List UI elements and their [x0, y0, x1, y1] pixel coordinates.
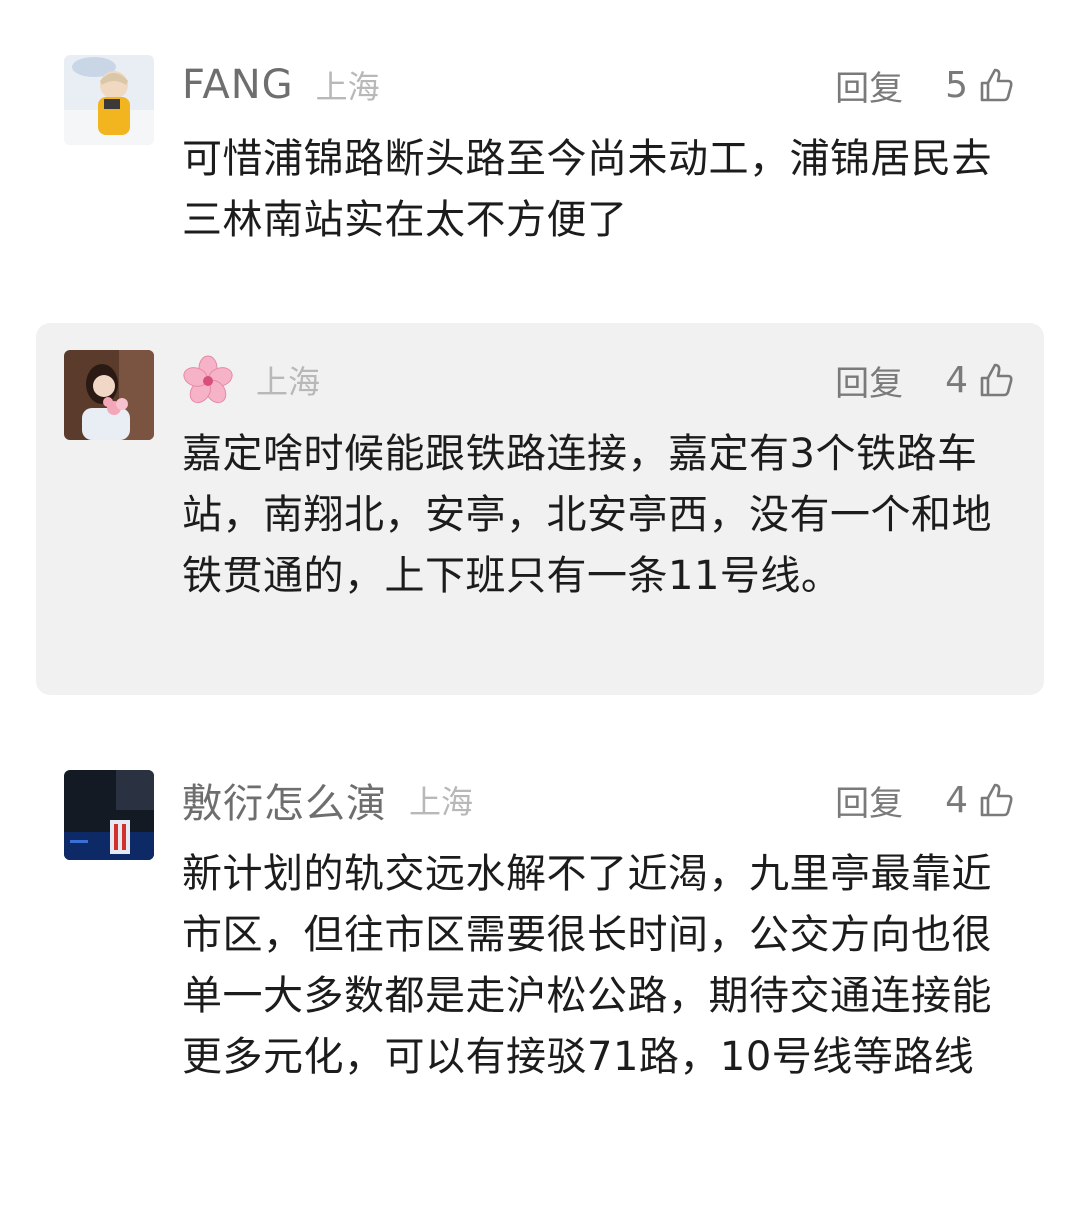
comment-meta: FANG 上海: [182, 55, 380, 115]
cherry-blossom-icon: [182, 354, 234, 406]
comment-actions: 回复 4: [835, 350, 1016, 410]
comment-text: 嘉定啥时候能跟铁路连接，嘉定有3个铁路车站，南翔北，安亭，北安亭西，没有一个和地…: [182, 431, 992, 599]
avatar-image: [64, 350, 154, 440]
thumbs-up-icon[interactable]: [976, 780, 1016, 820]
comment-text: 新计划的轨交远水解不了近渴，九里亭最靠近市区，但往市区需要很长时间，公交方向也很…: [182, 851, 992, 1080]
avatar-image: [64, 770, 154, 860]
username[interactable]: FANG: [182, 62, 294, 108]
location-label: 上海: [315, 68, 380, 106]
reply-button[interactable]: 回复: [835, 356, 903, 405]
comment-actions: 回复 5: [835, 55, 1016, 115]
location-label: 上海: [256, 363, 321, 401]
comment-meta: 上海: [182, 350, 320, 410]
comment-item[interactable]: 敷衍怎么演 上海 回复 4 新计划的轨交远水解不了近渴，九里亭最靠近市区，但往市…: [36, 755, 1044, 1175]
avatar[interactable]: [64, 350, 154, 440]
comment-item[interactable]: FANG 上海 回复 5 可惜浦锦路断头路至今尚未动工，浦锦居民去三林南站实在太…: [36, 40, 1044, 290]
thumbs-up-icon[interactable]: [976, 360, 1016, 400]
comment-actions: 回复 4: [835, 770, 1016, 830]
comment-item-highlighted[interactable]: 上海 回复 4 嘉定啥时候能跟铁路连接，嘉定有3个铁路车站，南翔北，安亭，北安亭…: [36, 323, 1044, 695]
avatar[interactable]: [64, 770, 154, 860]
avatar[interactable]: [64, 55, 154, 145]
reply-button[interactable]: 回复: [835, 61, 903, 110]
username[interactable]: 敷衍怎么演: [182, 771, 387, 829]
thumbs-up-icon[interactable]: [976, 65, 1016, 105]
comment-text: 可惜浦锦路断头路至今尚未动工，浦锦居民去三林南站实在太不方便了: [182, 136, 992, 243]
location-label: 上海: [409, 783, 474, 821]
avatar-image: [64, 55, 154, 145]
like-count: 5: [945, 64, 968, 106]
like-count: 4: [945, 779, 968, 821]
like-count: 4: [945, 359, 968, 401]
comment-meta: 敷衍怎么演 上海: [182, 770, 473, 830]
reply-button[interactable]: 回复: [835, 776, 903, 825]
